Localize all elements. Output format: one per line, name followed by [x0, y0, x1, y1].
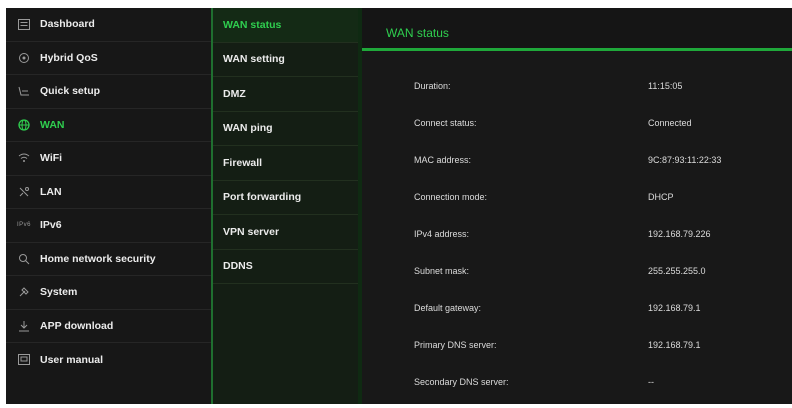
info-label: Primary DNS server:: [414, 340, 497, 350]
subnav-item-firewall[interactable]: Firewall: [213, 146, 358, 181]
sidebar-item-label: WiFi: [40, 152, 63, 165]
sidebar-item-label: APP download: [40, 319, 114, 332]
info-label: Connect status:: [414, 118, 477, 128]
sidebar-item-label: WAN: [40, 118, 65, 131]
sidebar-item-user-manual[interactable]: User manual: [6, 343, 211, 377]
sidebar-item-label: System: [40, 286, 78, 299]
info-value: --: [648, 377, 654, 387]
info-label: Secondary DNS server:: [414, 377, 509, 387]
subnav-item-label: WAN status: [223, 18, 282, 31]
subnav-item-wan-ping[interactable]: WAN ping: [213, 112, 358, 146]
sidebar-item-system[interactable]: System: [6, 276, 211, 310]
router-admin-page: Dashboard Hybrid QoS Quick setup WAN WiF…: [6, 8, 792, 404]
info-value: DHCP: [648, 192, 674, 202]
sidebar-nav: Dashboard Hybrid QoS Quick setup WAN WiF…: [6, 8, 211, 404]
sidebar-item-dashboard[interactable]: Dashboard: [6, 8, 211, 42]
sidebar-item-ipv6[interactable]: IPv6 IPv6: [6, 209, 211, 243]
subnav-item-label: Port forwarding: [223, 191, 302, 204]
info-value: 192.168.79.1: [648, 340, 701, 350]
subnav-item-label: Firewall: [223, 156, 263, 169]
subnav-item-wan-status[interactable]: WAN status: [213, 8, 358, 43]
info-label: Connection mode:: [414, 192, 488, 202]
sidebar-item-hybrid-qos[interactable]: Hybrid QoS: [6, 42, 211, 75]
subnav-item-label: DMZ: [223, 87, 246, 100]
info-row-default-gateway: Default gateway: 192.168.79.1: [362, 292, 792, 329]
info-value: 192.168.79.1: [648, 303, 701, 313]
info-row-secondary-dns: Secondary DNS server: --: [362, 366, 792, 403]
page-title: WAN status: [386, 26, 449, 40]
system-icon: [16, 285, 32, 299]
subnav-item-label: WAN ping: [223, 122, 273, 135]
sidebar-item-label: Quick setup: [40, 85, 101, 98]
qos-icon: [16, 51, 32, 65]
info-row-ipv4-address: IPv4 address: 192.168.79.226: [362, 218, 792, 255]
download-icon: [16, 319, 32, 333]
info-label: Default gateway:: [414, 303, 482, 313]
info-label: Subnet mask:: [414, 266, 470, 276]
subnav-item-dmz[interactable]: DMZ: [213, 77, 358, 112]
sidebar-item-label: Home network security: [40, 252, 156, 265]
info-value: Connected: [648, 118, 692, 128]
sidebar-item-wifi[interactable]: WiFi: [6, 142, 211, 176]
info-row-subnet-mask: Subnet mask: 255.255.255.0: [362, 255, 792, 292]
manual-icon: [16, 353, 32, 367]
wan-subnav: WAN status WAN setting DMZ WAN ping Fire…: [213, 8, 358, 404]
subnav-item-ddns[interactable]: DDNS: [213, 250, 358, 284]
sidebar-item-home-network-security[interactable]: Home network security: [6, 243, 211, 276]
info-label: IPv4 address:: [414, 229, 470, 239]
info-row-duration: Duration: 11:15:05: [362, 70, 792, 107]
sidebar-item-lan[interactable]: LAN: [6, 176, 211, 209]
info-value: 255.255.255.0: [648, 266, 706, 276]
subnav-item-label: DDNS: [223, 260, 253, 273]
globe-icon: [16, 118, 32, 132]
subnav-item-label: WAN setting: [223, 53, 285, 66]
sidebar-item-label: IPv6: [40, 219, 62, 232]
quick-setup-icon: [16, 84, 32, 98]
info-label: MAC address:: [414, 155, 472, 165]
sidebar-item-label: LAN: [40, 185, 62, 198]
panel-header: WAN status: [362, 8, 792, 51]
subnav-item-wan-setting[interactable]: WAN setting: [213, 43, 358, 77]
wifi-icon: [16, 151, 32, 165]
sidebar-item-quick-setup[interactable]: Quick setup: [6, 75, 211, 109]
info-row-connect-status: Connect status: Connected: [362, 107, 792, 144]
dashboard-icon: [16, 17, 32, 31]
info-value: 11:15:05: [648, 81, 683, 91]
info-value: 9C:87:93:11:22:33: [648, 155, 722, 165]
sidebar-item-label: Hybrid QoS: [40, 51, 98, 64]
info-label: Duration:: [414, 81, 451, 91]
lan-icon: [16, 185, 32, 199]
sidebar-item-label: User manual: [40, 353, 104, 366]
info-value: 192.168.79.226: [648, 229, 711, 239]
subnav-item-label: VPN server: [223, 225, 280, 238]
security-icon: [16, 252, 32, 266]
title-underline: [362, 48, 792, 51]
info-row-primary-dns: Primary DNS server: 192.168.79.1: [362, 329, 792, 366]
sidebar-item-label: Dashboard: [40, 18, 95, 31]
subnav-item-port-forwarding[interactable]: Port forwarding: [213, 181, 358, 215]
ipv6-icon: IPv6: [16, 222, 31, 229]
info-row-connection-mode: Connection mode: DHCP: [362, 181, 792, 218]
sidebar-item-wan[interactable]: WAN: [6, 109, 211, 142]
sidebar-item-app-download[interactable]: APP download: [6, 310, 211, 343]
subnav-item-vpn-server[interactable]: VPN server: [213, 215, 358, 250]
wan-status-panel: WAN status Duration: 11:15:05 Connect st…: [362, 8, 792, 404]
info-row-mac-address: MAC address: 9C:87:93:11:22:33: [362, 144, 792, 181]
